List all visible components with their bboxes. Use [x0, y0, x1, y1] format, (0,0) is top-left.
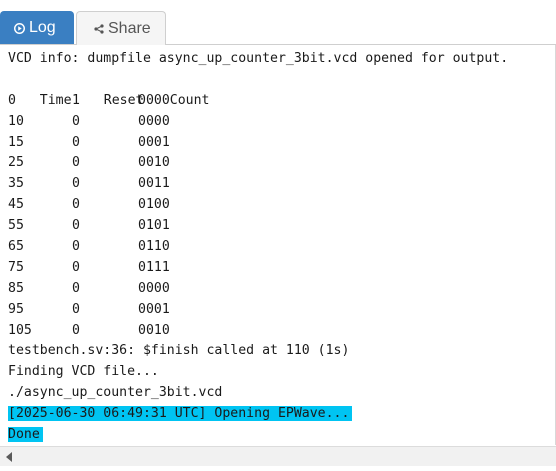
- row-reset: 0: [72, 176, 80, 192]
- row-time: 105: [8, 322, 32, 338]
- row-count: 0000: [138, 113, 170, 129]
- table-row: 15 0 0001: [8, 133, 555, 154]
- row-count: 0101: [138, 218, 170, 234]
- row-time: 65: [8, 239, 24, 255]
- table-row: 65 0 0110: [8, 237, 555, 258]
- vcd-info-line: VCD info: dumpfile async_up_counter_3bit…: [8, 51, 509, 66]
- finding-line: Finding VCD file...: [8, 364, 159, 380]
- row-reset: 1: [72, 92, 80, 108]
- row-count: 0001: [138, 134, 170, 150]
- table-row: 35 0 0011: [8, 174, 555, 195]
- table-row: 55 0 0101: [8, 216, 555, 237]
- vcd-path-line: ./async_up_counter_3bit.vcd: [8, 385, 223, 401]
- table-row: 25 0 0010: [8, 153, 555, 174]
- row-reset: 0: [72, 155, 80, 171]
- row-count: 0010: [138, 322, 170, 338]
- table-rows: 0 1 0000 10 0 0000 15 0 0001 25 0 0010 35 0 0011 45 0 010…: [8, 91, 555, 342]
- table-row: 105 0 0010: [8, 321, 555, 342]
- epwave-line: [2025-06-30 06:49:31 UTC] Opening EPWave…: [8, 406, 353, 422]
- table-row: 85 0 0000: [8, 279, 555, 300]
- row-count: 0011: [138, 176, 170, 192]
- row-reset: 0: [72, 134, 80, 150]
- play-circle-icon: [14, 22, 25, 34]
- tab-share[interactable]: Share: [76, 11, 166, 45]
- row-time: 75: [8, 259, 24, 275]
- row-time: 25: [8, 155, 24, 171]
- bottom-strip: [0, 466, 556, 471]
- tab-bar: Log Share: [0, 0, 556, 45]
- row-count: 0100: [138, 197, 170, 213]
- done-line: Done: [8, 427, 43, 443]
- table-row: 0 1 0000: [8, 91, 555, 112]
- row-reset: 0: [72, 239, 80, 255]
- table-row: 10 0 0000: [8, 112, 555, 133]
- row-time: 85: [8, 280, 24, 296]
- table-row: 95 0 0001: [8, 300, 555, 321]
- row-reset: 0: [72, 322, 80, 338]
- table-row: 75 0 0111: [8, 258, 555, 279]
- tab-log[interactable]: Log: [0, 11, 74, 45]
- row-reset: 0: [72, 197, 80, 213]
- horizontal-scrollbar[interactable]: [0, 446, 556, 466]
- finish-line: testbench.sv:36: $finish called at 110 (…: [8, 343, 350, 359]
- row-reset: 0: [72, 218, 80, 234]
- row-time: 10: [8, 113, 24, 129]
- row-count: 0001: [138, 301, 170, 317]
- row-time: 45: [8, 197, 24, 213]
- row-reset: 0: [72, 113, 80, 129]
- row-count: 0000: [138, 92, 170, 108]
- header-count: Count: [169, 92, 210, 108]
- row-time: 95: [8, 301, 24, 317]
- share-icon: [94, 23, 104, 34]
- row-count: 0111: [138, 259, 170, 275]
- row-time: 55: [8, 218, 24, 234]
- row-reset: 0: [72, 301, 80, 317]
- table-header: Time Reset Count: [8, 70, 555, 108]
- scroll-left-arrow-icon[interactable]: [2, 450, 16, 464]
- table-row: 45 0 0100: [8, 195, 555, 216]
- row-reset: 0: [72, 259, 80, 275]
- row-count: 0110: [138, 239, 170, 255]
- row-count: 0000: [138, 280, 170, 296]
- tab-share-label: Share: [108, 19, 151, 37]
- row-reset: 0: [72, 280, 80, 296]
- log-console[interactable]: VCD info: dumpfile async_up_counter_3bit…: [0, 45, 556, 445]
- row-time: 15: [8, 134, 24, 150]
- row-time: 35: [8, 176, 24, 192]
- row-time: 0: [8, 92, 16, 108]
- tab-log-label: Log: [29, 19, 56, 36]
- row-count: 0010: [138, 155, 170, 171]
